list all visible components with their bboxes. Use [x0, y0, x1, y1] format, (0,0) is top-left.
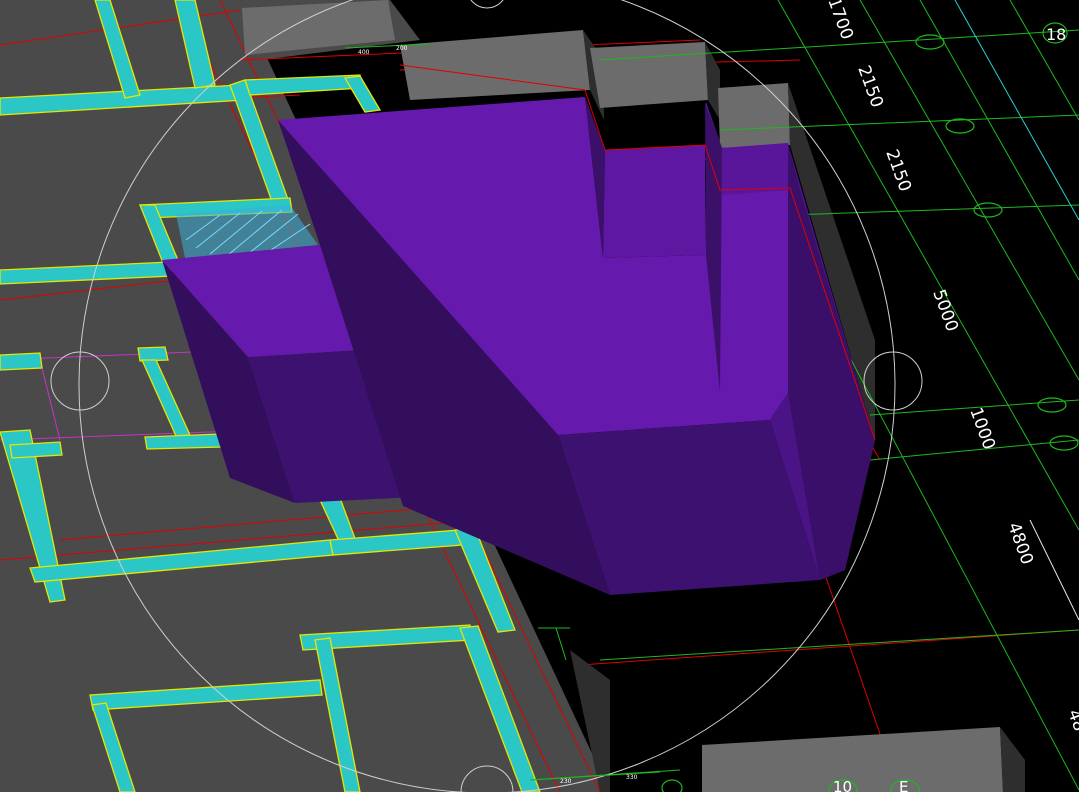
purple-notch-2-wall	[722, 143, 788, 195]
small-label-400: 400	[358, 49, 370, 56]
dim-2150-a: 2150	[853, 63, 887, 110]
scene-canvas[interactable]: 1700 2150 2150 5000 1000 4800 48 18 10 E…	[0, 0, 1079, 792]
grid-bubble-e: E	[899, 778, 908, 792]
purple-notch-1-floor	[603, 145, 705, 258]
small-label-230: 230	[560, 778, 572, 785]
small-label-200: 200	[396, 45, 408, 52]
dim-1000: 1000	[965, 405, 999, 452]
grid-line-white	[1029, 519, 1079, 621]
orbit-handle-top[interactable]	[467, 0, 507, 9]
gray-block-3-top	[590, 42, 708, 108]
dim-5000: 5000	[928, 287, 962, 334]
gray-block-2-top	[400, 30, 590, 100]
gray-block-5-side	[1000, 727, 1025, 792]
dim-2150-b: 2150	[881, 147, 915, 194]
3d-model-viewport[interactable]: 1700 2150 2150 5000 1000 4800 48 18 10 E…	[0, 0, 1079, 792]
gray-block-4-top	[718, 83, 790, 148]
dim-1700: 1700	[823, 0, 857, 42]
small-label-330: 330	[626, 774, 638, 781]
dim-4800: 4800	[1003, 520, 1037, 567]
dim-48: 48	[1063, 707, 1079, 734]
grid-bubble-10: 10	[833, 778, 852, 792]
grid-bubble-18: 18	[1046, 25, 1066, 44]
